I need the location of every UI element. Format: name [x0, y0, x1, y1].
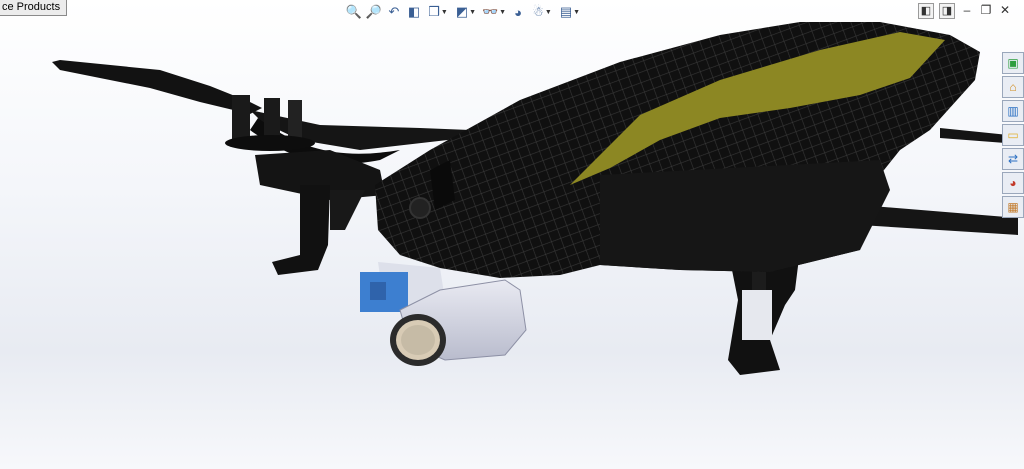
heads-up-view-toolbar: 🔍 🔎 ↶ ◧ ❒ ▼ ◩ ▼ 👓 ▼ ◕ ☃ ▼ ▤ ▼	[345, 2, 583, 22]
view-palette-icon: ⇄	[1007, 152, 1019, 166]
previous-view-icon: ↶	[388, 4, 400, 19]
graphics-area[interactable]: ce Products 🔍 🔎 ↶ ◧ ❒ ▼ ◩ ▼ 👓 ▼ ◕ ☃ ▼ ▤ ▼ ◧ ◨ – ❐ ✕ ▣ ⌂ ▥ ▭ ⇄ ◕…	[0, 0, 1024, 469]
home-tab[interactable]: ⌂	[1002, 76, 1024, 98]
design-library-tab[interactable]: ▥	[1002, 100, 1024, 122]
view-settings-icon: ▤	[559, 4, 573, 19]
appearances-icon: ◕	[1009, 176, 1017, 190]
dropdown-caret-icon[interactable]: ▼	[469, 9, 476, 16]
minimize-icon[interactable]: –	[960, 3, 974, 17]
solidworks-resources-tab[interactable]: ▣	[1002, 52, 1024, 74]
custom-properties-tab[interactable]: ▦	[1002, 196, 1024, 218]
view-orientation-button[interactable]: ❒ ▼	[425, 3, 451, 21]
drone-hull[interactable]	[375, 22, 980, 278]
tile-left-icon[interactable]: ◧	[918, 3, 934, 19]
zoom-to-area-button[interactable]: 🔎	[365, 3, 383, 21]
file-explorer-tab[interactable]: ▭	[1002, 124, 1024, 146]
solidworks-resources-icon: ▣	[1007, 56, 1019, 70]
dropdown-caret-icon[interactable]: ▼	[499, 9, 506, 16]
apply-scene-icon: ☃	[532, 4, 544, 19]
dropdown-caret-icon[interactable]: ▼	[573, 9, 580, 16]
edit-appearance-icon: ◕	[514, 4, 522, 20]
view-settings-button[interactable]: ▤ ▼	[557, 3, 583, 21]
custom-properties-icon: ▦	[1007, 200, 1019, 214]
tile-right-icon[interactable]: ◨	[939, 3, 955, 19]
hide-show-items-icon: 👓	[481, 4, 499, 19]
task-pane-tabs: ▣ ⌂ ▥ ▭ ⇄ ◕ ▦	[1002, 52, 1024, 218]
drone-model[interactable]	[0, 0, 1024, 469]
tab-label[interactable]: ce Products	[0, 0, 68, 16]
display-style-icon: ◩	[455, 4, 469, 19]
restore-icon[interactable]: ❐	[979, 3, 993, 17]
dropdown-caret-icon[interactable]: ▼	[441, 9, 448, 16]
window-controls: ◧ ◨ – ❐ ✕	[918, 3, 1012, 19]
zoom-to-fit-icon: 🔍	[345, 4, 363, 19]
hide-show-items-button[interactable]: 👓 ▼	[481, 3, 507, 21]
zoom-to-area-icon: 🔎	[365, 4, 383, 19]
home-icon: ⌂	[1009, 80, 1017, 94]
section-view-icon: ◧	[407, 4, 421, 19]
section-view-button[interactable]: ◧	[405, 3, 423, 21]
display-style-button[interactable]: ◩ ▼	[453, 3, 479, 21]
design-library-icon: ▥	[1007, 104, 1019, 118]
close-icon[interactable]: ✕	[998, 3, 1012, 17]
zoom-to-fit-button[interactable]: 🔍	[345, 3, 363, 21]
appearances-tab[interactable]: ◕	[1002, 172, 1024, 194]
previous-view-button[interactable]: ↶	[385, 3, 403, 21]
edit-appearance-button[interactable]: ◕	[509, 3, 527, 21]
view-orientation-icon: ❒	[428, 4, 440, 19]
view-palette-tab[interactable]: ⇄	[1002, 148, 1024, 170]
dropdown-caret-icon[interactable]: ▼	[545, 9, 552, 16]
apply-scene-button[interactable]: ☃ ▼	[529, 3, 555, 21]
file-explorer-icon: ▭	[1007, 128, 1019, 142]
